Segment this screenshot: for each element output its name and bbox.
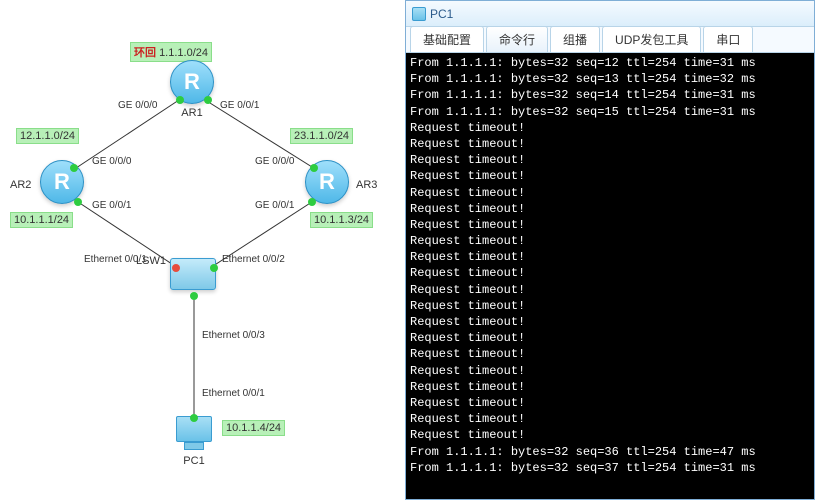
- console-line: Request timeout!: [410, 314, 810, 330]
- net-label-ar2-ip: 10.1.1.1/24: [10, 212, 73, 228]
- tab-bar: 基础配置命令行组播UDP发包工具串口: [406, 27, 814, 53]
- port-label-ar1-right: GE 0/0/1: [220, 100, 259, 111]
- console-line: Request timeout!: [410, 379, 810, 395]
- port-label-pc1-top: Ethernet 0/0/1: [202, 388, 265, 399]
- port-label-lsw1-right: Ethernet 0/0/2: [222, 254, 285, 265]
- device-label: AR2: [10, 179, 31, 191]
- port-led: [308, 198, 316, 206]
- console-line: Request timeout!: [410, 152, 810, 168]
- console-line: Request timeout!: [410, 185, 810, 201]
- tab-3[interactable]: UDP发包工具: [602, 26, 701, 52]
- loopback-label: 环回 1.1.1.0/24: [130, 42, 212, 62]
- console-line: Request timeout!: [410, 427, 810, 443]
- port-led: [74, 198, 82, 206]
- port-label-ar3-top: GE 0/0/0: [255, 156, 294, 167]
- window-icon: [412, 7, 426, 21]
- tab-0[interactable]: 基础配置: [410, 26, 484, 52]
- console-line: Request timeout!: [410, 249, 810, 265]
- port-led: [70, 164, 78, 172]
- console-line: Request timeout!: [410, 233, 810, 249]
- terminal-window: PC1 基础配置命令行组播UDP发包工具串口 From 1.1.1.1: byt…: [405, 0, 815, 500]
- console-line: Request timeout!: [410, 136, 810, 152]
- switch-icon: [170, 258, 216, 290]
- device-label: PC1: [174, 455, 214, 467]
- console-line: Request timeout!: [410, 201, 810, 217]
- console-line: From 1.1.1.1: bytes=32 seq=13 ttl=254 ti…: [410, 71, 810, 87]
- console-line: Request timeout!: [410, 346, 810, 362]
- port-led: [310, 164, 318, 172]
- network-topology-canvas: 环回 1.1.1.0/24 R AR1 GE 0/0/0 GE 0/0/1 12…: [0, 0, 405, 500]
- console-line: Request timeout!: [410, 168, 810, 184]
- console-line: From 1.1.1.1: bytes=32 seq=37 ttl=254 ti…: [410, 460, 810, 476]
- port-label-ar3-bot: GE 0/0/1: [255, 200, 294, 211]
- console-line: Request timeout!: [410, 282, 810, 298]
- console-line: Request timeout!: [410, 363, 810, 379]
- tab-2[interactable]: 组播: [550, 26, 600, 52]
- console-line: From 1.1.1.1: bytes=32 seq=15 ttl=254 ti…: [410, 104, 810, 120]
- console-line: Request timeout!: [410, 395, 810, 411]
- port-led: [210, 264, 218, 272]
- router-ar1[interactable]: R AR1: [170, 60, 214, 119]
- port-led: [204, 96, 212, 104]
- console-output[interactable]: From 1.1.1.1: bytes=32 seq=12 ttl=254 ti…: [406, 53, 814, 499]
- console-line: Request timeout!: [410, 217, 810, 233]
- switch-lsw1[interactable]: LSW1: [170, 258, 216, 290]
- net-label-12: 12.1.1.0/24: [16, 128, 79, 144]
- loopback-net: 1.1.1.0/24: [159, 47, 208, 59]
- device-label: AR3: [356, 179, 377, 191]
- console-line: Request timeout!: [410, 298, 810, 314]
- console-line: Request timeout!: [410, 120, 810, 136]
- loopback-text: 环回: [134, 47, 156, 59]
- tab-1[interactable]: 命令行: [486, 26, 548, 52]
- device-label: AR1: [170, 107, 214, 119]
- pc-pc1[interactable]: PC1: [174, 416, 214, 467]
- console-line: From 1.1.1.1: bytes=32 seq=12 ttl=254 ti…: [410, 55, 810, 71]
- port-label-ar1-left: GE 0/0/0: [118, 100, 157, 111]
- port-label-ar2-bot: GE 0/0/1: [92, 200, 131, 211]
- port-led: [176, 96, 184, 104]
- window-title: PC1: [430, 7, 453, 21]
- tab-4[interactable]: 串口: [703, 26, 753, 52]
- console-line: From 1.1.1.1: bytes=32 seq=36 ttl=254 ti…: [410, 444, 810, 460]
- console-line: Request timeout!: [410, 411, 810, 427]
- port-label-ar2-top: GE 0/0/0: [92, 156, 131, 167]
- port-led-down: [172, 264, 180, 272]
- port-led: [190, 292, 198, 300]
- console-line: Request timeout!: [410, 265, 810, 281]
- port-led: [190, 414, 198, 422]
- net-label-ar3-ip: 10.1.1.3/24: [310, 212, 373, 228]
- port-label-lsw1-bot: Ethernet 0/0/3: [202, 330, 265, 341]
- console-line: From 1.1.1.1: bytes=32 seq=14 ttl=254 ti…: [410, 87, 810, 103]
- net-label-23: 23.1.1.0/24: [290, 128, 353, 144]
- port-label-lsw1-left: Ethernet 0/0/1: [84, 254, 147, 265]
- console-line: Request timeout!: [410, 330, 810, 346]
- net-label-pc1-ip: 10.1.1.4/24: [222, 420, 285, 436]
- window-title-bar[interactable]: PC1: [406, 1, 814, 27]
